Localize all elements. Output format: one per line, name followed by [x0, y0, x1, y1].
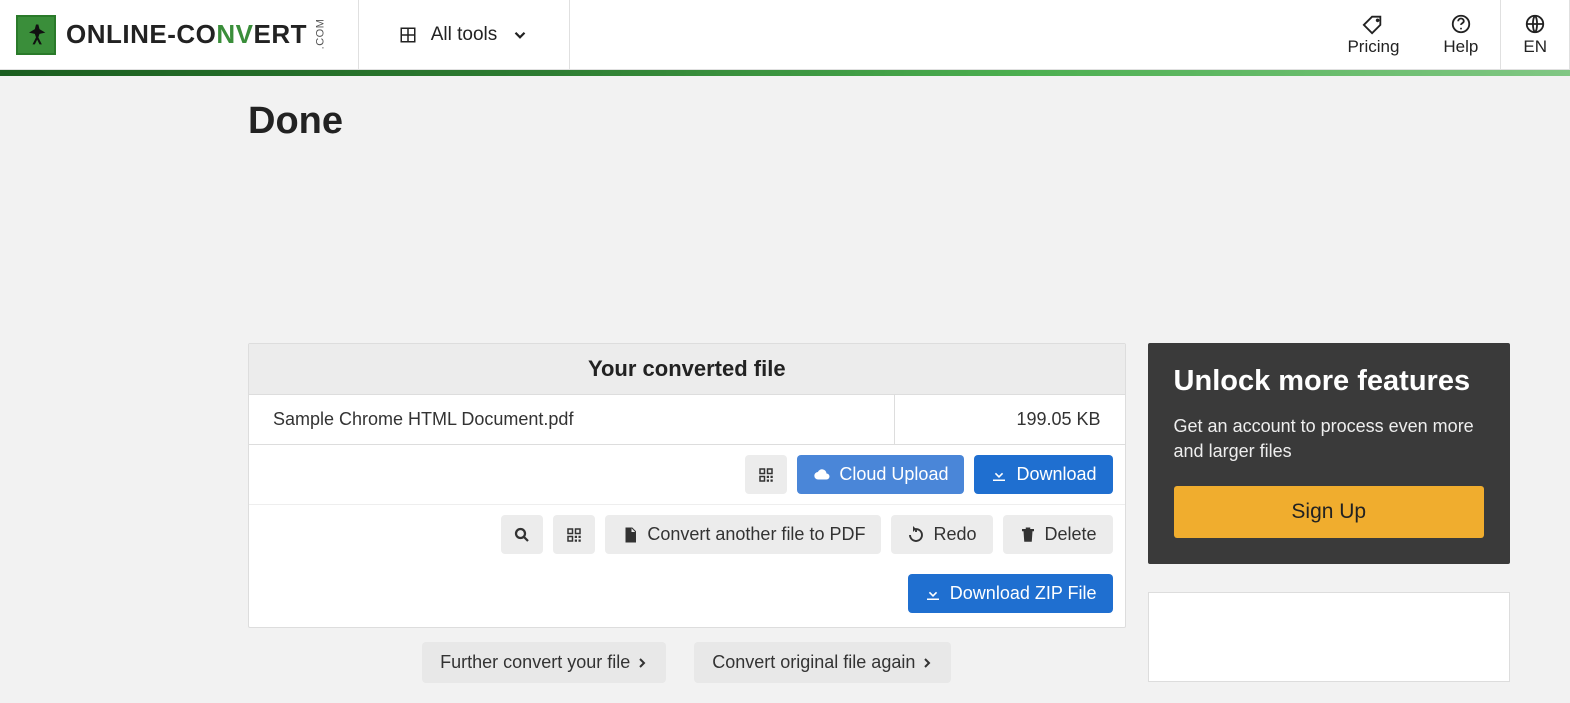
sign-up-button[interactable]: Sign Up	[1174, 486, 1484, 538]
language-selector[interactable]: EN	[1501, 0, 1569, 69]
search-button[interactable]	[501, 515, 543, 554]
help-link[interactable]: Help	[1421, 0, 1500, 69]
delete-button[interactable]: Delete	[1003, 515, 1113, 554]
logo-text: ONLINE-CONVERT.COM	[66, 19, 338, 50]
file-icon	[621, 526, 639, 544]
qr-button[interactable]	[553, 515, 595, 554]
converted-file-panel: Your converted file Sample Chrome HTML D…	[248, 343, 1126, 628]
chevron-right-icon	[636, 656, 648, 670]
footer-links: Further convert your file Convert origin…	[248, 642, 1126, 683]
divider	[569, 0, 570, 70]
side-box	[1148, 592, 1510, 682]
promo-title: Unlock more features	[1174, 365, 1484, 398]
convert-another-button[interactable]: Convert another file to PDF	[605, 515, 881, 554]
chevron-down-icon	[511, 26, 529, 44]
panel-header: Your converted file	[249, 344, 1125, 395]
download-icon	[924, 585, 942, 603]
trash-icon	[1019, 526, 1037, 544]
redo-icon	[907, 526, 925, 544]
qr-icon	[757, 466, 775, 484]
search-icon	[513, 526, 531, 544]
help-icon	[1450, 13, 1472, 35]
qr-button-row[interactable]	[745, 455, 787, 494]
file-row: Sample Chrome HTML Document.pdf 199.05 K…	[249, 395, 1125, 445]
file-size: 199.05 KB	[895, 395, 1125, 444]
file-name: Sample Chrome HTML Document.pdf	[249, 395, 895, 444]
grid-icon	[399, 26, 417, 44]
qr-icon	[565, 526, 583, 544]
all-tools-label: All tools	[431, 24, 498, 46]
page-title: Done	[248, 100, 1510, 143]
header: ONLINE-CONVERT.COM All tools Pricing Hel…	[0, 0, 1570, 70]
promo-text: Get an account to process even more and …	[1174, 414, 1484, 464]
pricing-link[interactable]: Pricing	[1325, 0, 1421, 69]
logo-mark-icon	[16, 15, 56, 55]
help-label: Help	[1443, 37, 1478, 57]
redo-button[interactable]: Redo	[891, 515, 992, 554]
globe-icon	[1524, 13, 1546, 35]
logo[interactable]: ONLINE-CONVERT.COM	[0, 0, 358, 69]
further-convert-button[interactable]: Further convert your file	[422, 642, 666, 683]
cloud-icon	[813, 466, 831, 484]
download-icon	[990, 466, 1008, 484]
tag-icon	[1362, 13, 1384, 35]
download-button[interactable]: Download	[974, 455, 1112, 494]
download-zip-button[interactable]: Download ZIP File	[908, 574, 1113, 613]
promo-panel: Unlock more features Get an account to p…	[1148, 343, 1510, 564]
chevron-right-icon	[921, 656, 933, 670]
convert-again-button[interactable]: Convert original file again	[694, 642, 951, 683]
pricing-label: Pricing	[1347, 37, 1399, 57]
all-tools-menu[interactable]: All tools	[359, 0, 570, 69]
language-label: EN	[1523, 37, 1547, 57]
cloud-upload-button[interactable]: Cloud Upload	[797, 455, 964, 494]
